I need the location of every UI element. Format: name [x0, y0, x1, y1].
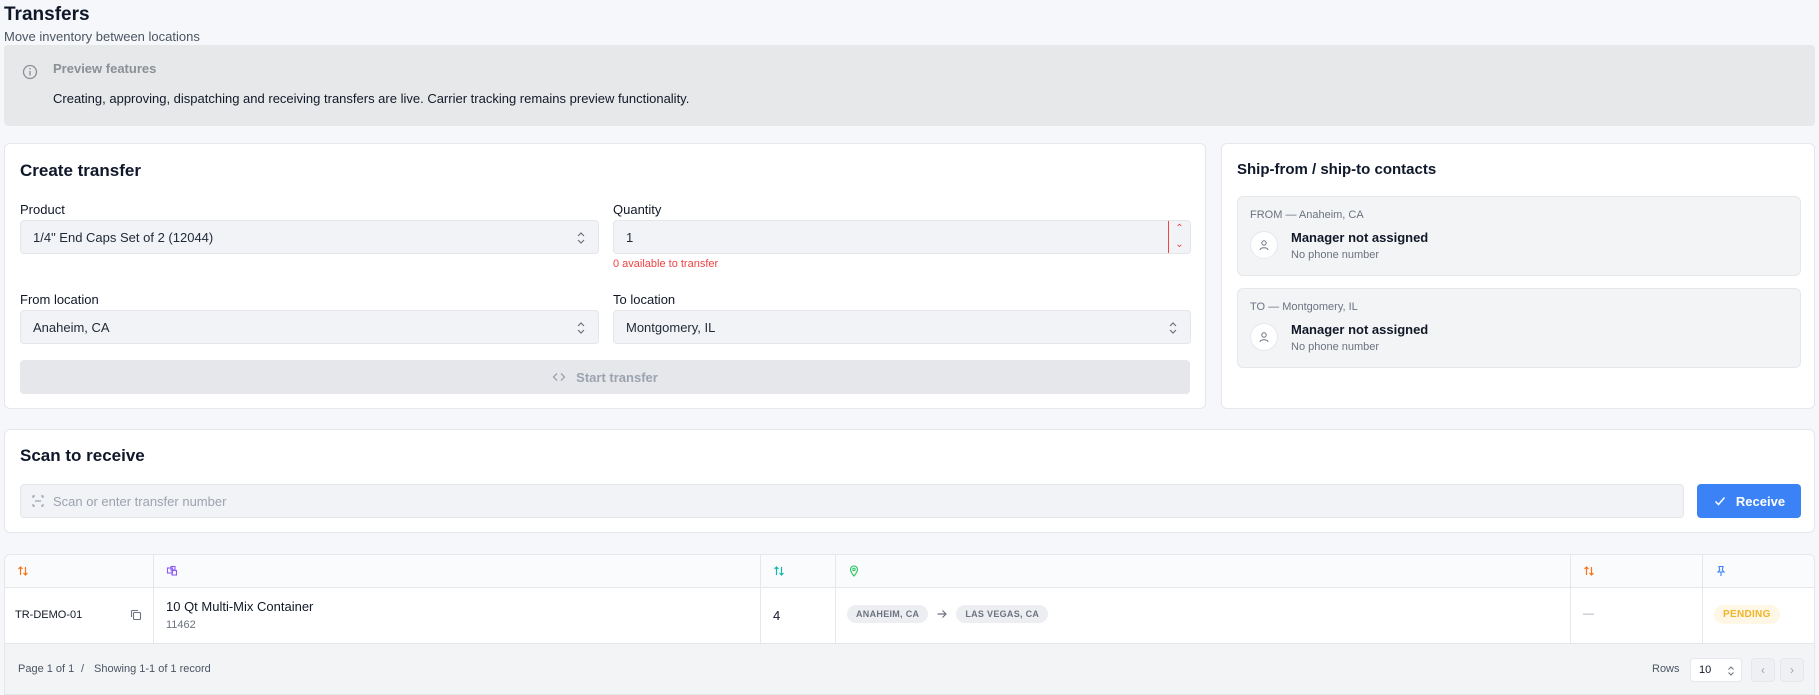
code-icon: [552, 373, 566, 381]
preview-banner: Preview features Creating, approving, di…: [4, 45, 1815, 126]
footer-separator: /: [81, 663, 85, 675]
from-contact-phone: No phone number: [1291, 249, 1380, 261]
receive-button[interactable]: Receive: [1697, 484, 1801, 518]
location-pin-icon: [849, 565, 859, 577]
pin-icon: [1716, 565, 1726, 576]
cell-route: ANAHEIM, CA LAS VEGAS, CA: [836, 588, 1571, 643]
copy-icon[interactable]: [129, 608, 143, 622]
product-sku: 11462: [166, 619, 196, 631]
status-badge: PENDING: [1714, 605, 1780, 624]
chevron-left-icon: ‹: [1761, 663, 1765, 677]
chevron-right-icon: ›: [1790, 663, 1794, 677]
chevron-updown-icon: [1169, 322, 1177, 334]
quantity-error: 0 available to transfer: [613, 258, 719, 270]
increment-icon[interactable]: ⌃: [1169, 221, 1190, 237]
header-col-quantity[interactable]: [761, 555, 836, 587]
start-transfer-button[interactable]: Start transfer: [20, 360, 1190, 394]
from-contact-header: FROM — Anaheim, CA: [1250, 209, 1364, 221]
from-location-select[interactable]: Anaheim, CA: [20, 310, 599, 344]
rows-value: 10: [1699, 664, 1712, 676]
route-to-pill: LAS VEGAS, CA: [956, 605, 1049, 623]
package-icon: [166, 565, 178, 576]
route: ANAHEIM, CA LAS VEGAS, CA: [847, 605, 1049, 623]
to-contact-name: Manager not assigned: [1291, 322, 1429, 337]
quantity-label: Quantity: [613, 202, 662, 217]
cell-eta: —: [1571, 588, 1703, 643]
create-transfer-card: Create transfer Product 1/4" End Caps Se…: [4, 143, 1206, 409]
scan-input[interactable]: [53, 485, 1653, 517]
table-header: [5, 555, 1814, 588]
banner-title: Preview features: [53, 61, 157, 76]
contacts-title: Ship-from / ship-to contacts: [1237, 161, 1437, 178]
cell-transfer: TR-DEMO-01: [5, 588, 154, 643]
info-icon: [22, 64, 38, 80]
rows-label: Rows: [1652, 663, 1680, 675]
cell-quantity: 4: [761, 588, 836, 643]
product-name: 10 Qt Multi-Mix Container: [166, 599, 314, 614]
contacts-card: Ship-from / ship-to contacts FROM — Anah…: [1221, 143, 1815, 409]
chevron-updown-icon: [1728, 666, 1734, 676]
page-indicator: Page 1 of 1: [18, 663, 75, 675]
header-col-transfer[interactable]: [5, 555, 154, 587]
quantity-value: 1: [626, 230, 634, 245]
create-transfer-title: Create transfer: [20, 161, 141, 180]
from-contact-name: Manager not assigned: [1291, 230, 1429, 245]
start-transfer-label: Start transfer: [576, 369, 658, 385]
user-icon: [1250, 323, 1278, 351]
to-location-value: Montgomery, IL: [626, 320, 716, 335]
quantity-stepper[interactable]: 1 ⌃ ⌄: [613, 220, 1191, 254]
cell-product: 10 Qt Multi-Mix Container 11462: [154, 588, 761, 643]
transfer-number: TR-DEMO-01: [15, 609, 83, 621]
scan-icon: [32, 495, 44, 507]
record-count: Showing 1-1 of 1 record: [94, 663, 211, 675]
header-col-product[interactable]: [154, 555, 761, 587]
scan-to-receive-card: Scan to receive Receive: [4, 429, 1815, 533]
page-title: Transfers: [4, 4, 90, 25]
header-col-eta[interactable]: [1571, 555, 1703, 587]
from-location-value: Anaheim, CA: [33, 320, 110, 335]
arrow-right-icon: [937, 610, 948, 618]
to-contact-phone: No phone number: [1291, 341, 1380, 353]
scan-title: Scan to receive: [20, 446, 145, 465]
sort-icon: [18, 566, 28, 576]
quantity-value: 4: [773, 608, 781, 623]
table-footer: Page 1 of 1 / Showing 1-1 of 1 record Ro…: [5, 644, 1814, 694]
check-icon: [1714, 497, 1725, 506]
banner-text: Creating, approving, dispatching and rec…: [53, 91, 690, 106]
header-col-status[interactable]: [1703, 555, 1814, 587]
product-label: Product: [20, 202, 65, 217]
receive-label: Receive: [1735, 493, 1786, 509]
eta-value: —: [1583, 608, 1594, 620]
from-location-label: From location: [20, 292, 99, 307]
chevron-updown-icon: [577, 232, 585, 244]
product-select[interactable]: 1/4" End Caps Set of 2 (12044): [20, 220, 599, 254]
table-row[interactable]: TR-DEMO-01 10 Qt Multi-Mix Container 114…: [5, 588, 1814, 644]
page-header: Transfers Move inventory between locatio…: [4, 4, 200, 44]
route-from-pill: ANAHEIM, CA: [847, 605, 929, 623]
from-contact: FROM — Anaheim, CA Manager not assigned …: [1237, 196, 1801, 276]
to-contact: TO — Montgomery, IL Manager not assigned…: [1237, 288, 1801, 368]
header-col-route[interactable]: [836, 555, 1571, 587]
sort-icon: [774, 566, 784, 576]
next-page-button[interactable]: ›: [1780, 658, 1804, 682]
decrement-icon[interactable]: ⌄: [1169, 237, 1190, 253]
to-location-select[interactable]: Montgomery, IL: [613, 310, 1191, 344]
user-icon: [1250, 231, 1278, 259]
chevron-updown-icon: [577, 322, 585, 334]
scan-input-wrapper: [20, 484, 1684, 518]
sort-icon: [1584, 566, 1594, 576]
to-contact-header: TO — Montgomery, IL: [1250, 301, 1358, 313]
product-select-value: 1/4" End Caps Set of 2 (12044): [33, 230, 214, 245]
previous-page-button[interactable]: ‹: [1751, 658, 1775, 682]
rows-per-page-select[interactable]: 10: [1690, 658, 1742, 682]
transfers-table: TR-DEMO-01 10 Qt Multi-Mix Container 114…: [4, 554, 1815, 695]
quantity-stepper-controls: ⌃ ⌄: [1168, 221, 1190, 253]
page-subtitle: Move inventory between locations: [4, 29, 200, 44]
to-location-label: To location: [613, 292, 676, 307]
